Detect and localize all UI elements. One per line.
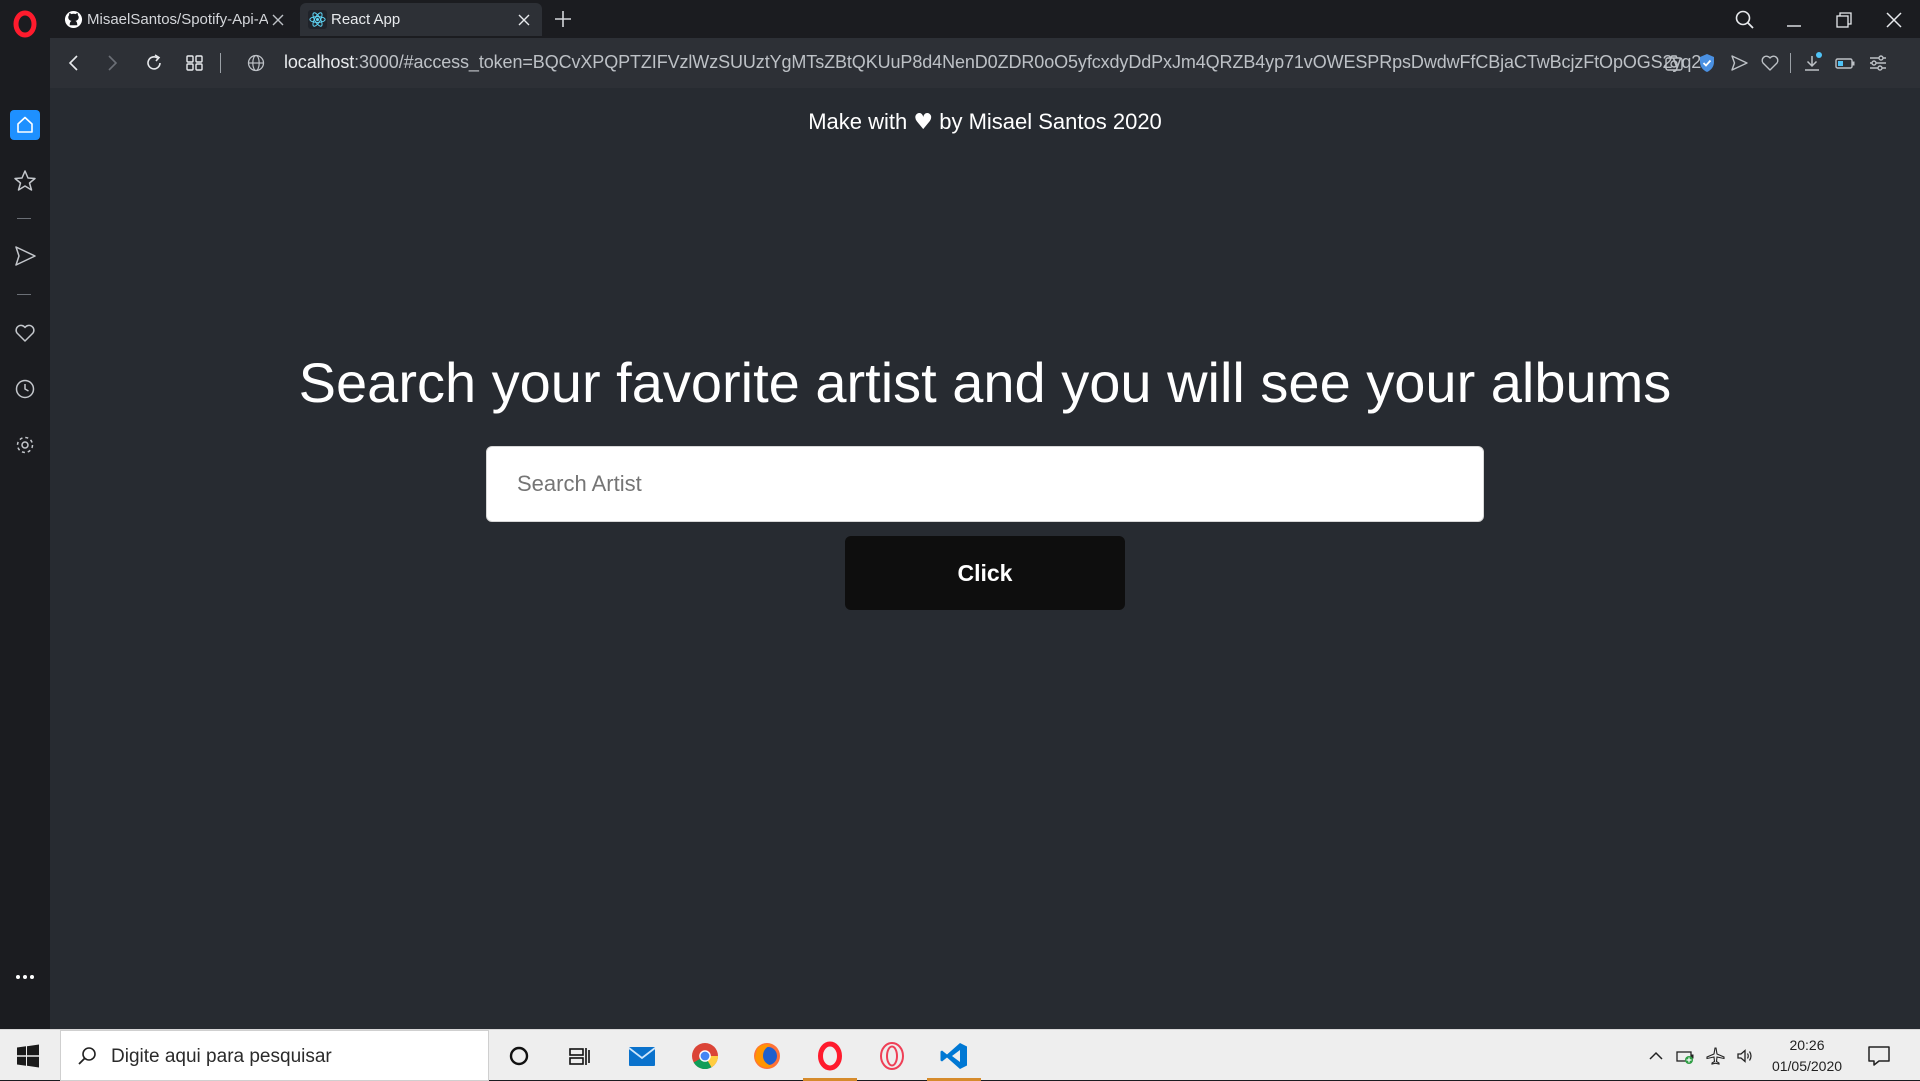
sidebar-separator xyxy=(17,294,31,295)
taskbar-opera-gx[interactable] xyxy=(862,1030,922,1081)
send-page-icon[interactable] xyxy=(1727,51,1751,75)
firefox-icon xyxy=(754,1042,780,1069)
site-info-globe-icon[interactable] xyxy=(244,51,268,75)
downloads-icon[interactable] xyxy=(1800,51,1824,75)
toolbar-separator xyxy=(1790,53,1791,73)
gear-icon[interactable] xyxy=(11,431,39,459)
taskbar-opera[interactable] xyxy=(800,1030,860,1081)
snapshot-camera-icon[interactable] xyxy=(1662,51,1686,75)
search-button[interactable]: Click xyxy=(845,536,1125,610)
react-icon xyxy=(308,10,327,29)
clock-time: 20:26 xyxy=(1789,1037,1825,1053)
heart-icon[interactable] xyxy=(11,319,39,347)
windows-taskbar: Digite aqui para pesquisar 20:26 01/05/2… xyxy=(0,1029,1920,1081)
page-content: Make with ♥ by Misael Santos 2020 Search… xyxy=(50,88,1920,1029)
home-icon xyxy=(17,116,33,133)
url-host: localhost xyxy=(284,52,355,72)
page-title: Search your favorite artist and you will… xyxy=(298,351,1672,414)
bookmark-heart-icon[interactable] xyxy=(1758,51,1782,75)
more-icon[interactable] xyxy=(11,963,39,991)
clock-icon[interactable] xyxy=(11,375,39,403)
show-hidden-icons-icon[interactable] xyxy=(1646,1046,1666,1066)
sidebar-separator xyxy=(17,218,31,219)
github-icon xyxy=(64,10,83,29)
reload-icon[interactable] xyxy=(142,51,166,75)
airplane-mode-icon[interactable] xyxy=(1706,1046,1726,1066)
restore-icon[interactable] xyxy=(1830,6,1858,34)
vpn-shield-icon[interactable] xyxy=(1695,51,1719,75)
taskbar-chrome[interactable] xyxy=(675,1030,735,1081)
back-icon[interactable] xyxy=(62,51,86,75)
notification-center-icon[interactable] xyxy=(1866,1043,1892,1069)
heart-glyph: ♥ xyxy=(913,110,934,135)
task-view-icon xyxy=(569,1047,590,1065)
cortana-icon xyxy=(509,1046,529,1065)
tab-label: MisaelSantos/Spotify-Api-A xyxy=(87,11,268,28)
search-artist-input[interactable] xyxy=(486,446,1484,522)
forward-icon[interactable] xyxy=(100,51,124,75)
taskbar-clock[interactable]: 20:26 01/05/2020 xyxy=(1762,1035,1852,1077)
credit-suffix: by Misael Santos 2020 xyxy=(939,109,1162,134)
search-icon xyxy=(78,1047,96,1065)
close-window-icon[interactable] xyxy=(1880,6,1908,34)
taskbar-mail[interactable] xyxy=(612,1030,672,1081)
battery-charging-icon[interactable] xyxy=(1676,1046,1696,1066)
browser-titlebar: MisaelSantos/Spotify-Api-A React App xyxy=(0,0,1920,38)
mail-icon xyxy=(628,1046,656,1066)
opera-icon xyxy=(818,1041,842,1070)
tab-github-repo[interactable]: MisaelSantos/Spotify-Api-A xyxy=(56,3,296,36)
close-tab-icon[interactable] xyxy=(514,10,534,30)
volume-icon[interactable] xyxy=(1735,1046,1755,1066)
tab-label: React App xyxy=(331,11,401,28)
taskbar-firefox[interactable] xyxy=(737,1030,797,1081)
new-tab-icon[interactable] xyxy=(552,8,574,30)
minimize-icon[interactable] xyxy=(1780,6,1808,34)
easy-setup-icon[interactable] xyxy=(1866,51,1890,75)
opera-gx-icon xyxy=(880,1041,904,1070)
vscode-icon xyxy=(940,1042,967,1069)
opera-menu-icon[interactable] xyxy=(10,9,40,39)
browser-sidebar xyxy=(0,38,50,1029)
clock-date: 01/05/2020 xyxy=(1771,1058,1843,1074)
address-bar: localhost:3000/#access_token=BQCvXPQPTZI… xyxy=(50,38,1920,88)
toolbar-separator xyxy=(220,53,221,73)
speed-dial-icon[interactable] xyxy=(183,51,207,75)
taskbar-task-view[interactable] xyxy=(549,1030,609,1081)
search-tabs-icon[interactable] xyxy=(1731,6,1759,34)
close-tab-icon[interactable] xyxy=(268,10,288,30)
taskbar-cortana[interactable] xyxy=(489,1030,549,1081)
chrome-icon xyxy=(692,1042,719,1069)
tab-react-app[interactable]: React App xyxy=(300,3,542,36)
taskbar-search[interactable]: Digite aqui para pesquisar xyxy=(60,1030,489,1081)
taskbar-vscode[interactable] xyxy=(924,1030,984,1081)
sidebar-item-home[interactable] xyxy=(10,110,40,140)
star-icon[interactable] xyxy=(11,167,39,195)
credit-line: Make with ♥ by Misael Santos 2020 xyxy=(50,109,1920,135)
url-field[interactable]: localhost:3000/#access_token=BQCvXPQPTZI… xyxy=(284,52,1704,73)
send-icon[interactable] xyxy=(11,242,39,270)
url-path: :3000/#access_token=BQCvXPQPTZIFVzlWzSUU… xyxy=(354,52,1704,72)
windows-start-icon[interactable] xyxy=(16,1044,40,1068)
credit-prefix: Make with xyxy=(808,109,908,134)
battery-saver-icon[interactable] xyxy=(1833,51,1857,75)
taskbar-search-placeholder: Digite aqui para pesquisar xyxy=(111,1046,332,1067)
